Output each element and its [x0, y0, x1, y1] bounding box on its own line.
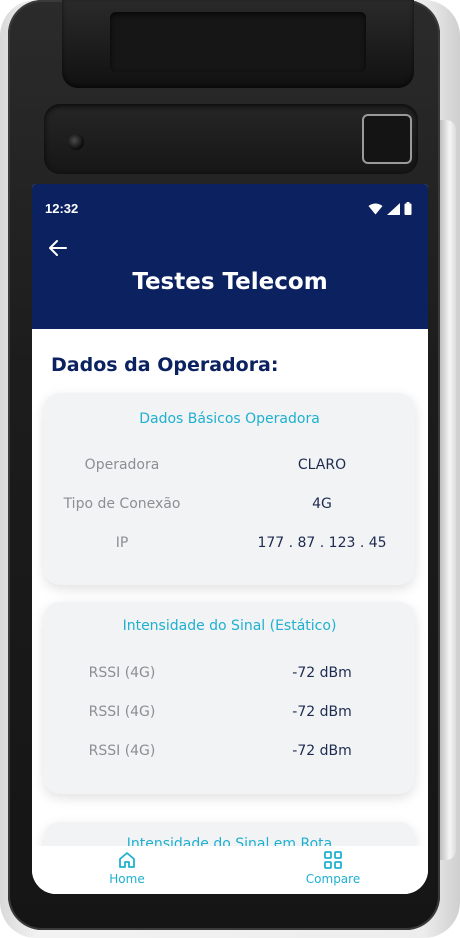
printer-slot — [62, 0, 414, 88]
sensor-window — [362, 114, 412, 164]
back-arrow-icon[interactable] — [46, 236, 70, 260]
home-icon — [119, 852, 135, 868]
row-value-rssi: -72 dBm — [292, 704, 352, 720]
grid-icon — [324, 851, 342, 869]
row-value-connection-type: 4G — [312, 496, 332, 512]
page-title: Testes Telecom — [132, 269, 328, 295]
row-value-ip: 177 . 87 . 123 . 45 — [257, 535, 387, 551]
bottom-navigation: Home Compare — [32, 846, 428, 894]
row-value-rssi: -72 dBm — [292, 743, 352, 759]
nav-item-home[interactable]: Home — [77, 850, 177, 886]
row-value-operator: CLARO — [297, 457, 347, 473]
row-label-operator: Operadora — [84, 457, 160, 473]
section-heading: Dados da Operadora: — [51, 354, 279, 376]
nav-label-compare: Compare — [305, 872, 361, 886]
card-basic-operator-data: Dados Básicos Operadora Operadora CLARO … — [44, 393, 415, 585]
cell-signal-icon — [387, 202, 400, 215]
row-label-rssi: RSSI (4G) — [88, 665, 156, 681]
nav-item-compare[interactable]: Compare — [283, 850, 383, 886]
card-title: Intensidade do Sinal (Estático) — [122, 618, 337, 634]
card-static-signal: Intensidade do Sinal (Estático) RSSI (4G… — [44, 602, 415, 794]
battery-icon — [404, 202, 412, 215]
row-value-rssi: -72 dBm — [292, 665, 352, 681]
device-screen: 12:32 Testes Telecom Dados da Operadora:… — [32, 184, 428, 894]
row-label-rssi: RSSI (4G) — [88, 704, 156, 720]
printer-paper-slot — [110, 12, 366, 72]
row-label-connection-type: Tipo de Conexão — [63, 496, 181, 512]
camera-bar — [44, 104, 418, 174]
card-title: Dados Básicos Operadora — [139, 411, 320, 427]
row-label-ip: IP — [115, 535, 129, 551]
device-side-edge — [440, 120, 456, 860]
camera-lens — [68, 134, 84, 150]
nav-label-home: Home — [109, 872, 145, 886]
wifi-icon — [368, 203, 383, 214]
row-label-rssi: RSSI (4G) — [88, 743, 156, 759]
app-bar: 12:32 Testes Telecom — [32, 184, 428, 329]
status-time: 12:32 — [45, 201, 79, 216]
status-icons — [368, 202, 412, 215]
